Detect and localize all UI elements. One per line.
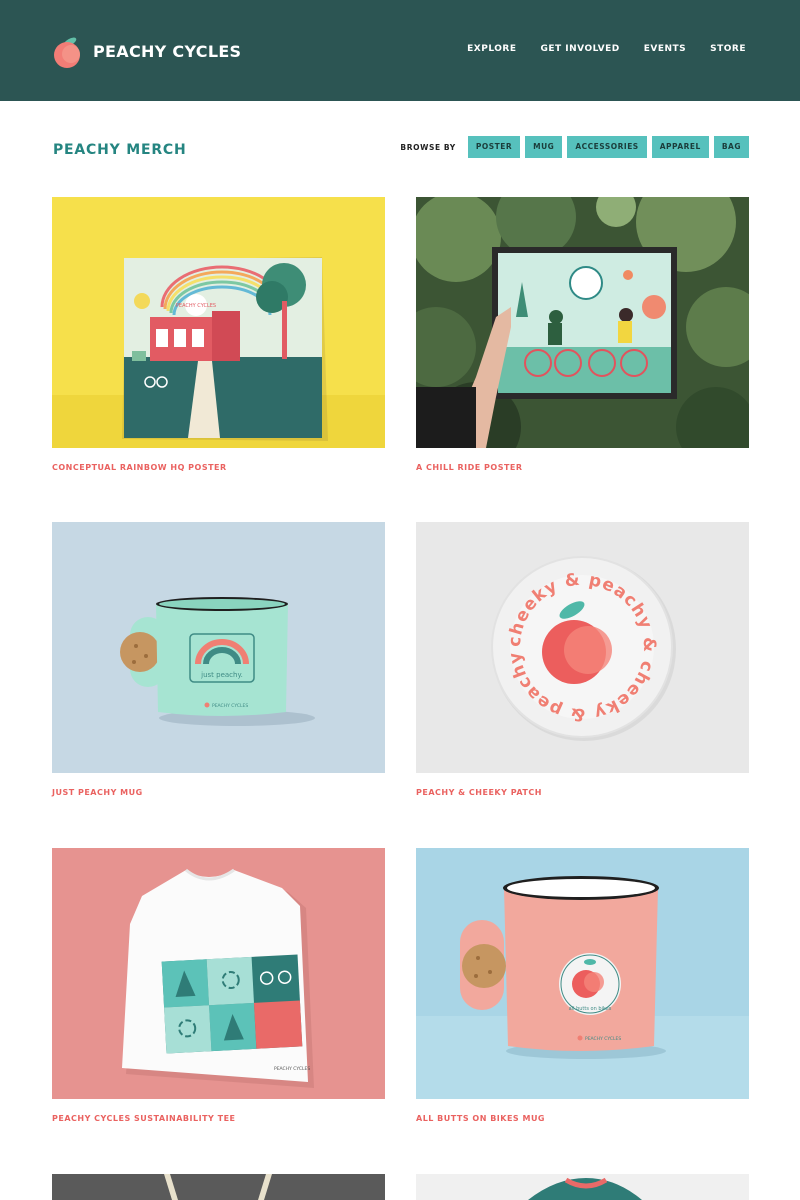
mug-text: just peachy. (200, 671, 243, 679)
product-image-just-peachy-mug: just peachy. PEACHY CYCLES (52, 522, 385, 773)
product-card[interactable]: PEACHY CYCLES CONCEPTUAL RAINBOW HQ POST… (52, 197, 385, 472)
poster-sign: PEACHY CYCLES (176, 303, 216, 309)
filter-apparel[interactable]: APPAREL (651, 136, 709, 158)
product-image-all-butts-mug: all butts on bikes PEACHY CYCLES (416, 848, 749, 1099)
filter-mug[interactable]: MUG (525, 136, 563, 158)
peach-icon (54, 37, 80, 68)
mug-brand: PEACHY CYCLES (212, 703, 248, 709)
product-title[interactable]: CONCEPTUAL RAINBOW HQ POSTER (52, 463, 227, 472)
product-image-peachy-cheeky-patch: cheeky & peachy & cheeky & peachy & (416, 522, 749, 773)
product-title[interactable]: JUST PEACHY MUG (52, 788, 143, 797)
nav-get-involved[interactable]: GET INVOLVED (540, 44, 619, 54)
page-title: PEACHY MERCH (53, 142, 187, 158)
nav-store[interactable]: STORE (710, 44, 746, 54)
product-card[interactable] (416, 1174, 749, 1200)
product-card[interactable]: all butts on bikes PEACHY CYCLES ALL BUT… (416, 848, 749, 1123)
product-image-rainbow-poster: PEACHY CYCLES (52, 197, 385, 448)
browse-filters: BROWSE BY POSTER MUG ACCESSORIES APPAREL… (400, 136, 749, 158)
product-card[interactable]: PEACHY CYCLES PEACHY CYCLES SUSTAINABILI… (52, 848, 385, 1123)
product-title[interactable]: A CHILL RIDE POSTER (416, 463, 523, 472)
product-image-chill-ride-poster (416, 197, 749, 448)
main-nav: EXPLORE GET INVOLVED EVENTS STORE (467, 44, 746, 54)
brand-name: PEACHY CYCLES (93, 41, 242, 61)
product-card[interactable]: cheeky & peachy & cheeky & peachy & PEAC… (416, 522, 749, 797)
mug-text: all butts on bikes (569, 1006, 612, 1012)
product-card[interactable] (52, 1174, 385, 1200)
nav-explore[interactable]: EXPLORE (467, 44, 516, 54)
filter-accessories[interactable]: ACCESSORIES (567, 136, 647, 158)
brand-home-link[interactable]: PEACHY CYCLES (52, 33, 241, 69)
product-title[interactable]: PEACHY & CHEEKY PATCH (416, 788, 542, 797)
product-image-apparel (416, 1174, 749, 1200)
filter-bag[interactable]: BAG (713, 136, 749, 158)
product-card[interactable]: A CHILL RIDE POSTER (416, 197, 749, 472)
browse-label: BROWSE BY (400, 142, 456, 152)
product-card[interactable]: just peachy. PEACHY CYCLES JUST PEACHY M… (52, 522, 385, 797)
product-image-bag (52, 1174, 385, 1200)
mug-brand: PEACHY CYCLES (585, 1036, 621, 1042)
filter-poster[interactable]: POSTER (467, 136, 521, 158)
poster-artwork: PEACHY CYCLES (122, 257, 328, 441)
product-title[interactable]: ALL BUTTS ON BIKES MUG (416, 1114, 545, 1123)
product-image-sustainability-tee: PEACHY CYCLES (52, 848, 385, 1099)
product-title[interactable]: PEACHY CYCLES SUSTAINABILITY TEE (52, 1114, 236, 1123)
site-header: PEACHY CYCLES EXPLORE GET INVOLVED EVENT… (0, 0, 800, 101)
nav-events[interactable]: EVENTS (644, 44, 686, 54)
tee-brand: PEACHY CYCLES (274, 1066, 310, 1072)
